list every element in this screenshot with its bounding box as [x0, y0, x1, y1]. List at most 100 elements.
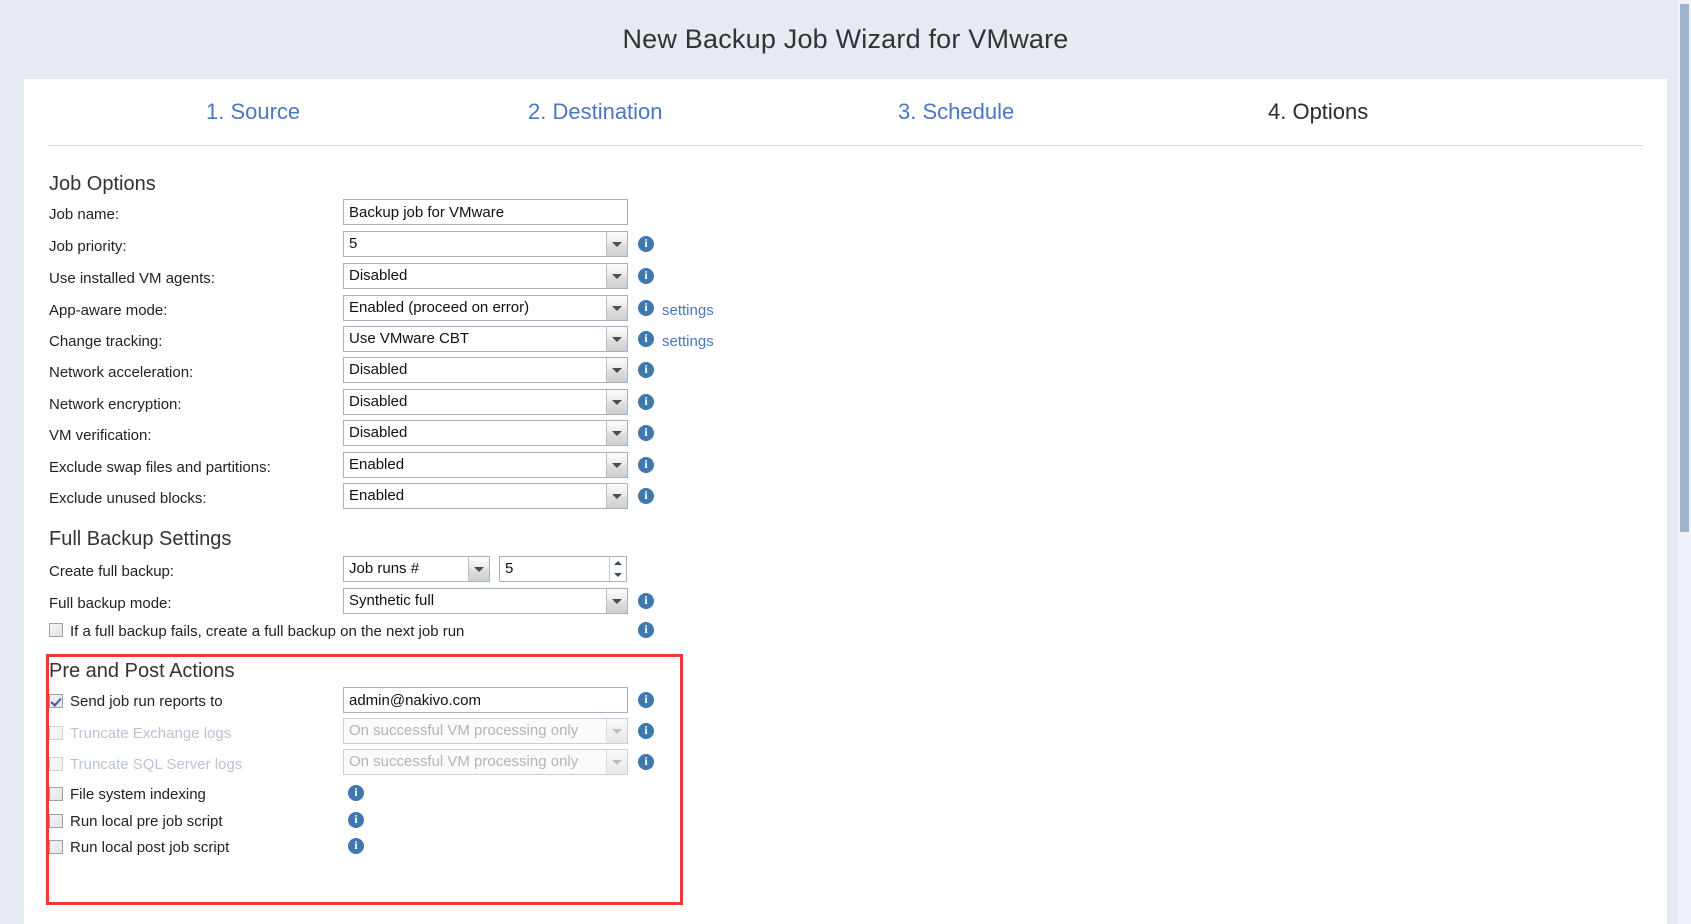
info-icon-full-backup-mode[interactable]: i: [638, 593, 654, 609]
label-network-acceleration: Network acceleration:: [49, 364, 194, 381]
vm-agents-select[interactable]: Disabled: [343, 263, 628, 289]
chevron-down-icon[interactable]: [606, 484, 627, 508]
label-job-priority: Job priority:: [49, 238, 127, 255]
info-icon-truncate-sql-server-logs[interactable]: i: [638, 754, 654, 770]
wizard-card: 1. Source 2. Destination 3. Schedule 4. …: [24, 79, 1667, 924]
create-full-backup-mode-select[interactable]: Job runs #: [343, 556, 490, 582]
network-encryption-value: Disabled: [349, 393, 408, 410]
label-exclude-swap-files: Exclude swap files and partitions:: [49, 459, 271, 476]
page-scrollbar[interactable]: [1678, 0, 1691, 924]
page-title: New Backup Job Wizard for VMware: [622, 24, 1069, 54]
label-retry-full-backup: If a full backup fails, create a full ba…: [70, 623, 465, 640]
network-encryption-select[interactable]: Disabled: [343, 389, 628, 415]
exclude-swap-files-select[interactable]: Enabled: [343, 452, 628, 478]
retry-full-backup-checkbox[interactable]: [49, 623, 63, 637]
info-icon-run-local-pre-job-script[interactable]: i: [348, 812, 364, 828]
label-truncate-sql-server-logs: Truncate SQL Server logs: [70, 756, 243, 773]
chevron-down-icon[interactable]: [606, 358, 627, 382]
label-app-aware-mode: App-aware mode:: [49, 302, 168, 319]
chevron-down-icon[interactable]: [606, 453, 627, 477]
label-run-local-pre-job-script: Run local pre job script: [70, 813, 223, 830]
wizard-step-tabs: 1. Source 2. Destination 3. Schedule 4. …: [24, 79, 1667, 146]
label-job-name: Job name:: [49, 206, 120, 223]
app-aware-settings-link[interactable]: settings: [662, 302, 714, 319]
app-aware-mode-value: Enabled (proceed on error): [349, 299, 530, 316]
truncate-sql-server-logs-select[interactable]: On successful VM processing only: [343, 749, 628, 775]
info-icon-vm-verification[interactable]: i: [638, 425, 654, 441]
run-local-post-job-script-checkbox[interactable]: [49, 840, 63, 854]
truncate-exchange-logs-checkbox[interactable]: [49, 726, 63, 740]
chevron-down-icon[interactable]: [606, 232, 627, 256]
tab-destination[interactable]: 2. Destination: [528, 99, 663, 125]
tab-schedule[interactable]: 3. Schedule: [898, 99, 1014, 125]
info-icon-send-job-run-reports[interactable]: i: [638, 692, 654, 708]
job-name-input[interactable]: [343, 199, 628, 225]
send-job-run-reports-checkbox[interactable]: [49, 694, 63, 708]
info-icon-change-tracking[interactable]: i: [638, 331, 654, 347]
vm-agents-value: Disabled: [349, 267, 408, 284]
wizard-window: New Backup Job Wizard for VMware 1. Sour…: [0, 0, 1691, 924]
create-full-backup-mode-value: Job runs #: [349, 560, 420, 577]
job-priority-value: 5: [349, 235, 358, 252]
label-network-encryption: Network encryption:: [49, 396, 182, 413]
chevron-down-icon[interactable]: [606, 719, 627, 743]
app-aware-mode-select[interactable]: Enabled (proceed on error): [343, 295, 628, 321]
scrollbar-thumb[interactable]: [1680, 4, 1689, 532]
truncate-sql-server-logs-checkbox[interactable]: [49, 757, 63, 771]
tab-source[interactable]: 1. Source: [206, 99, 300, 125]
file-system-indexing-checkbox[interactable]: [49, 787, 63, 801]
label-full-backup-mode: Full backup mode:: [49, 595, 172, 612]
send-job-run-reports-email-input[interactable]: [343, 687, 628, 713]
exclude-unused-blocks-value: Enabled: [349, 487, 405, 504]
network-acceleration-value: Disabled: [349, 361, 408, 378]
vm-verification-select[interactable]: Disabled: [343, 420, 628, 446]
exclude-unused-blocks-select[interactable]: Enabled: [343, 483, 628, 509]
chevron-down-icon[interactable]: [606, 327, 627, 351]
change-tracking-settings-link[interactable]: settings: [662, 333, 714, 350]
label-run-local-post-job-script: Run local post job script: [70, 839, 230, 856]
label-vm-verification: VM verification:: [49, 427, 152, 444]
label-send-job-run-reports: Send job run reports to: [70, 693, 223, 710]
chevron-down-icon[interactable]: [606, 750, 627, 774]
info-icon-network-encryption[interactable]: i: [638, 394, 654, 410]
exclude-swap-files-value: Enabled: [349, 456, 405, 473]
info-icon-retry-full-backup[interactable]: i: [638, 622, 654, 638]
label-file-system-indexing: File system indexing: [70, 786, 206, 803]
network-acceleration-select[interactable]: Disabled: [343, 357, 628, 383]
chevron-down-icon[interactable]: [606, 264, 627, 288]
create-full-backup-count-value: 5: [505, 560, 514, 577]
chevron-down-icon[interactable]: [606, 421, 627, 445]
label-change-tracking: Change tracking:: [49, 333, 163, 350]
info-icon-truncate-exchange-logs[interactable]: i: [638, 723, 654, 739]
chevron-down-icon[interactable]: [606, 390, 627, 414]
info-icon-file-system-indexing[interactable]: i: [348, 785, 364, 801]
run-local-pre-job-script-checkbox[interactable]: [49, 814, 63, 828]
chevron-down-icon[interactable]: [606, 589, 627, 613]
info-icon-network-acceleration[interactable]: i: [638, 362, 654, 378]
truncate-exchange-logs-select[interactable]: On successful VM processing only: [343, 718, 628, 744]
change-tracking-select[interactable]: Use VMware CBT: [343, 326, 628, 352]
info-icon-vm-agents[interactable]: i: [638, 268, 654, 284]
label-truncate-exchange-logs: Truncate Exchange logs: [70, 725, 232, 742]
info-icon-app-aware-mode[interactable]: i: [638, 300, 654, 316]
stepper-buttons: [609, 557, 626, 581]
vm-verification-value: Disabled: [349, 424, 408, 441]
chevron-down-icon[interactable]: [468, 557, 489, 581]
job-priority-select[interactable]: 5: [343, 231, 628, 257]
create-full-backup-count-stepper[interactable]: 5: [499, 556, 627, 582]
truncate-sql-server-logs-value: On successful VM processing only: [349, 753, 579, 770]
tab-options[interactable]: 4. Options: [1268, 99, 1368, 125]
info-icon-job-priority[interactable]: i: [638, 236, 654, 252]
full-backup-mode-value: Synthetic full: [349, 592, 435, 609]
label-vm-agents: Use installed VM agents:: [49, 270, 215, 287]
label-create-full-backup: Create full backup:: [49, 563, 175, 580]
change-tracking-value: Use VMware CBT: [349, 330, 470, 347]
info-icon-exclude-swap-files[interactable]: i: [638, 457, 654, 473]
info-icon-exclude-unused-blocks[interactable]: i: [638, 488, 654, 504]
label-exclude-unused-blocks: Exclude unused blocks:: [49, 490, 207, 507]
stepper-up-icon[interactable]: [610, 557, 626, 569]
info-icon-run-local-post-job-script[interactable]: i: [348, 838, 364, 854]
full-backup-mode-select[interactable]: Synthetic full: [343, 588, 628, 614]
stepper-down-icon[interactable]: [610, 569, 626, 581]
chevron-down-icon[interactable]: [606, 296, 627, 320]
